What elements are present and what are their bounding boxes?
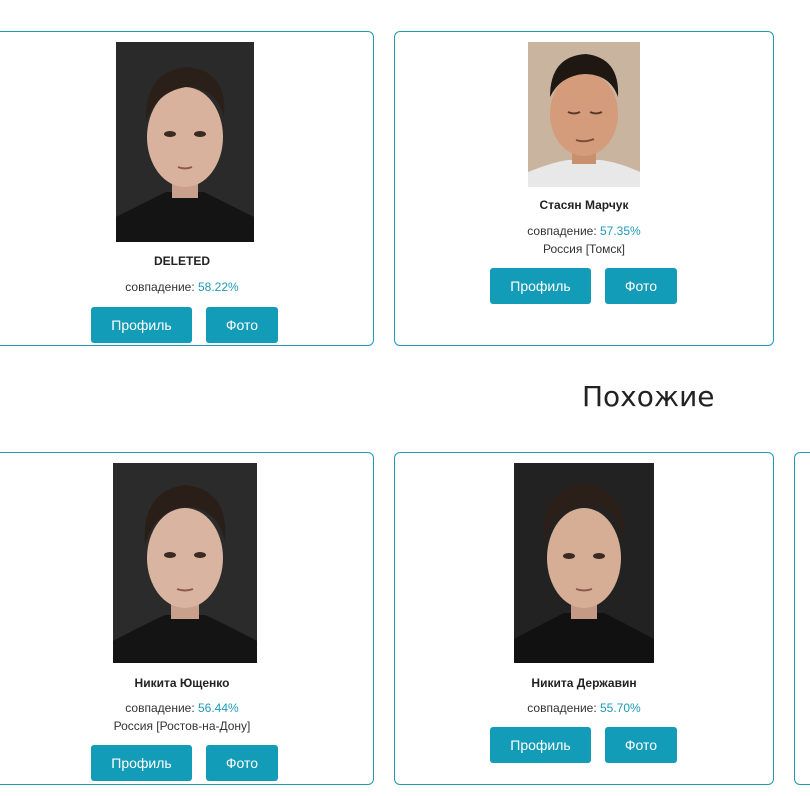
match-label: совпадение: [125, 701, 195, 715]
photo-button[interactable]: Фото [206, 745, 278, 781]
profile-photo [116, 42, 254, 242]
person-name: Никита Ющенко [134, 676, 230, 690]
profile-photo [528, 42, 640, 187]
photo-button[interactable]: Фото [605, 727, 677, 763]
match-label: совпадение: [125, 280, 195, 294]
match-card: DELETED совпадение: 58.22% Профиль Фото [0, 31, 374, 346]
person-location: Россия [Ростов-на-Дону] [113, 719, 251, 733]
person-name: Стасян Марчук [539, 198, 629, 212]
person-location: Россия [Томск] [543, 242, 625, 256]
profile-button[interactable]: Профиль [91, 307, 192, 343]
match-percent: 56.44% [198, 701, 239, 715]
similar-card: Никита Державин совпадение: 55.70% Профи… [394, 452, 774, 785]
match-score: совпадение: 58.22% [0, 280, 373, 294]
profile-photo [113, 463, 257, 663]
similar-card-partial [794, 452, 810, 785]
match-percent: 55.70% [600, 701, 641, 715]
match-label: совпадение: [527, 224, 597, 238]
match-percent: 57.35% [600, 224, 641, 238]
match-card: Стасян Марчук совпадение: 57.35% Россия … [394, 31, 774, 346]
section-title: Похожие [582, 380, 715, 413]
profile-button[interactable]: Профиль [490, 727, 591, 763]
person-name: Никита Державин [531, 676, 637, 690]
similar-card: Никита Ющенко совпадение: 56.44% Россия … [0, 452, 374, 785]
photo-button[interactable]: Фото [206, 307, 278, 343]
match-percent: 58.22% [198, 280, 239, 294]
photo-button[interactable]: Фото [605, 268, 677, 304]
profile-button[interactable]: Профиль [490, 268, 591, 304]
match-label: совпадение: [527, 701, 597, 715]
match-score: совпадение: 55.70% [395, 701, 773, 715]
profile-photo [514, 463, 654, 663]
match-score: совпадение: 56.44% [0, 701, 373, 715]
profile-button[interactable]: Профиль [91, 745, 192, 781]
person-name: DELETED [153, 254, 210, 268]
match-score: совпадение: 57.35% [395, 224, 773, 238]
